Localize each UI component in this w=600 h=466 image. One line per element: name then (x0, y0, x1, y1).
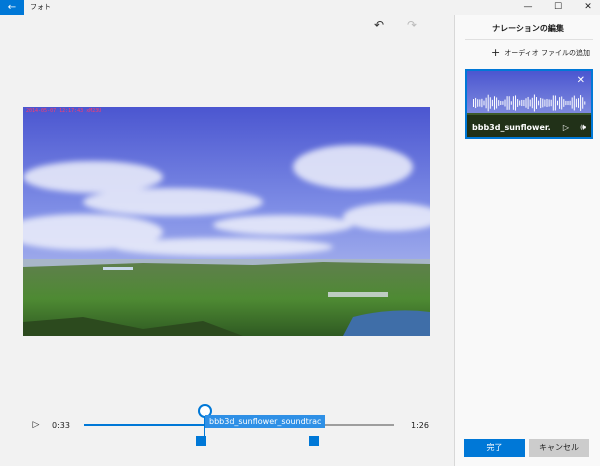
cancel-button[interactable]: キャンセル (529, 439, 589, 457)
clip-end-handle[interactable] (309, 436, 319, 446)
plus-icon: + (491, 46, 501, 59)
maximize-button[interactable]: ☐ (546, 0, 570, 15)
maximize-icon: ☐ (553, 2, 563, 12)
add-audio-label: オーディオ ファイルの追加 (504, 49, 590, 57)
done-button[interactable]: 完了 (464, 439, 525, 457)
remove-audio-icon[interactable]: ✕ (577, 75, 585, 86)
clip-start-handle[interactable] (196, 436, 206, 446)
panel-title: ナレーションの編集 (492, 24, 564, 33)
back-button[interactable]: ← (0, 0, 24, 15)
divider (465, 39, 593, 40)
title-bar: ← フォト — ☐ ✕ (0, 0, 600, 15)
redo-button[interactable]: ↷ (404, 17, 420, 33)
app-title: フォト (30, 3, 51, 11)
redo-icon: ↷ (406, 18, 418, 32)
minimize-icon: — (523, 2, 533, 12)
close-button[interactable]: ✕ (576, 0, 600, 15)
play-icon: ▷ (32, 420, 40, 430)
close-icon: ✕ (584, 2, 592, 12)
landscape-image (23, 107, 430, 336)
end-time: 1:26 (411, 421, 429, 430)
play-button[interactable]: ▷ (30, 419, 42, 431)
video-timestamp: 2014-05-07 12:17:43 xM23U (26, 108, 102, 114)
minimize-button[interactable]: — (516, 0, 540, 15)
current-time: 0:33 (52, 421, 70, 430)
narration-panel: ナレーションの編集 + オーディオ ファイルの追加 ✕ bbb3d_sunflow… (454, 15, 600, 466)
video-preview[interactable]: 2014-05-07 12:17:43 xM23U (23, 107, 430, 336)
timeline-progress (84, 424, 204, 426)
arrow-left-icon: ← (7, 2, 17, 13)
undo-icon: ↶ (373, 18, 385, 32)
play-audio-icon[interactable]: ▷ (563, 123, 569, 132)
undo-button[interactable]: ↶ (371, 17, 387, 33)
audio-file-name: bbb3d_sunflower... (472, 123, 550, 132)
volume-icon[interactable]: 🕪 (580, 123, 586, 133)
audio-file-card[interactable]: ✕ bbb3d_sunflower... ▷ 🕪 (465, 69, 593, 139)
audio-clip-label[interactable]: bbb3d_sunflower_soundtrac (205, 415, 326, 428)
add-audio-file-button[interactable]: + オーディオ ファイルの追加 (491, 46, 590, 59)
